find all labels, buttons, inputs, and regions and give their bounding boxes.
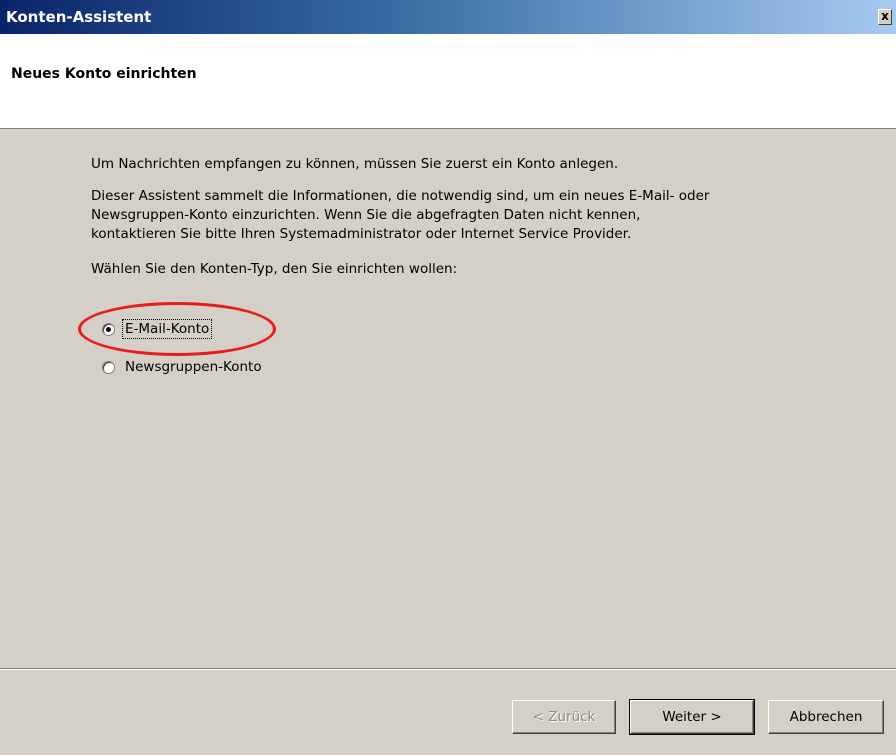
close-button[interactable]: x <box>878 9 892 25</box>
description-line: kontaktieren Sie bitte Ihren Systemadmin… <box>91 226 632 242</box>
cancel-button[interactable]: Abbrechen <box>768 700 884 734</box>
title-bar[interactable]: Konten-Assistent x <box>0 0 896 34</box>
account-wizard-dialog: Konten-Assistent x Neues Konto einrichte… <box>0 0 896 755</box>
account-type-prompt: Wählen Sie den Konten-Typ, den Sie einri… <box>91 261 458 277</box>
description-line: Newsgruppen-Konto einzurichten. Wenn Sie… <box>91 207 641 223</box>
radio-newsgroup-label[interactable]: Newsgruppen-Konto <box>123 358 264 376</box>
close-icon: x <box>881 9 889 23</box>
window-title: Konten-Assistent <box>6 8 152 26</box>
next-button[interactable]: Weiter > <box>629 699 755 735</box>
radio-newsgroup-account[interactable]: Newsgruppen-Konto <box>102 357 264 377</box>
intro-text: Um Nachrichten empfangen zu können, müss… <box>91 156 619 172</box>
page-title: Neues Konto einrichten <box>11 66 197 82</box>
radio-unchecked-icon[interactable] <box>102 360 115 374</box>
description-text: Dieser Assistent sammelt die Information… <box>91 187 709 244</box>
highlight-annotation <box>78 302 276 356</box>
footer-divider <box>0 668 896 670</box>
back-button[interactable]: < Zurück <box>512 700 616 734</box>
wizard-header: Neues Konto einrichten <box>0 34 896 129</box>
wizard-content: Um Nachrichten empfangen zu können, müss… <box>0 130 896 670</box>
description-line: Dieser Assistent sammelt die Information… <box>91 188 710 204</box>
